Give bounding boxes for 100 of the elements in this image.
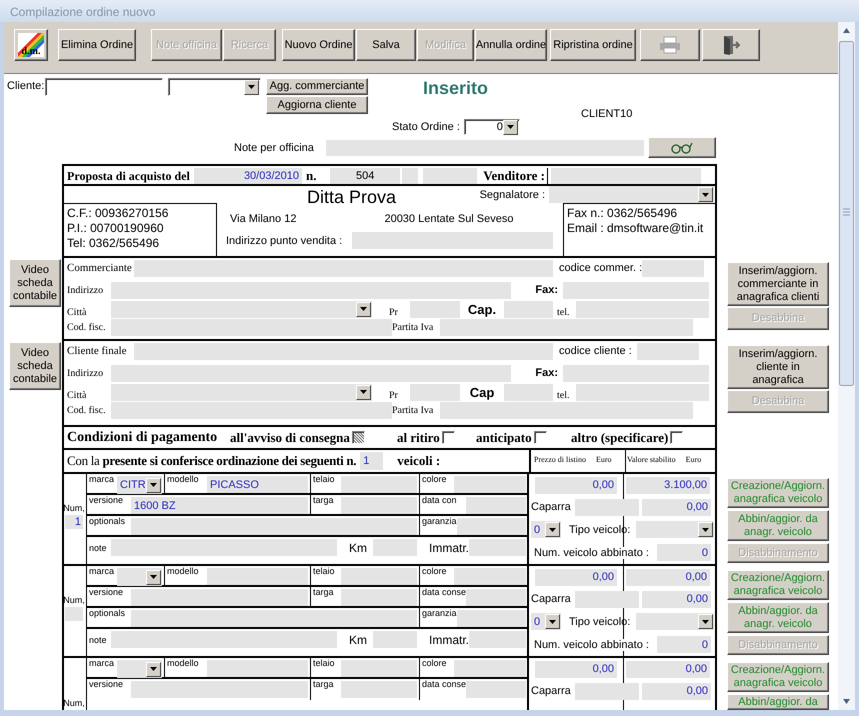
dropdown-field[interactable]: 0 (531, 521, 561, 538)
button[interactable]: Agg. commerciante (266, 78, 368, 95)
input-field[interactable] (341, 660, 417, 677)
input-field[interactable]: 504 (330, 168, 400, 184)
toolbar-button[interactable]: Ripristina ordine (550, 29, 636, 61)
dropdown-field[interactable] (636, 521, 714, 538)
dropdown-field[interactable] (117, 568, 162, 586)
input-field[interactable]: 0,00 (535, 476, 617, 494)
input-field[interactable]: 0,00 (642, 590, 711, 608)
input-field[interactable] (111, 539, 337, 556)
field-label: Fax: (534, 367, 559, 379)
exit-button[interactable] (702, 29, 760, 61)
input-field[interactable] (131, 681, 308, 698)
input-field[interactable] (440, 402, 693, 419)
input-field[interactable] (352, 232, 553, 249)
input-field[interactable] (65, 607, 83, 621)
input-field[interactable]: 30/03/2010 (194, 168, 302, 184)
input-field[interactable] (373, 539, 417, 556)
input-field[interactable] (402, 168, 418, 184)
input-field[interactable] (454, 660, 526, 677)
dropdown-field[interactable] (111, 300, 372, 318)
toolbar-button[interactable]: Elimina Ordine (58, 29, 136, 61)
logo-button[interactable]: d.m. (14, 29, 48, 61)
input-field[interactable]: 1 (65, 515, 83, 529)
dropdown-field[interactable] (111, 384, 372, 400)
input-field[interactable] (373, 631, 417, 648)
input-field[interactable]: 0,00 (642, 498, 711, 516)
input-field[interactable] (551, 168, 701, 184)
button[interactable]: Aggiorna cliente (266, 96, 368, 114)
input-field[interactable] (466, 589, 526, 606)
input-field[interactable] (410, 384, 460, 400)
input-field[interactable] (575, 498, 639, 516)
toolbar-button[interactable]: Annulla ordine (475, 29, 547, 61)
input-field[interactable] (642, 260, 704, 276)
input-field[interactable]: 0 (657, 636, 711, 653)
dropdown-field[interactable]: 0 (531, 613, 561, 630)
input-field[interactable] (410, 300, 460, 318)
input-field[interactable] (131, 610, 417, 627)
input-field[interactable] (326, 140, 644, 156)
input-field[interactable]: 0,00 (642, 682, 711, 700)
checkbox[interactable] (352, 431, 365, 444)
video-button[interactable]: Video scheda contabile (9, 342, 61, 390)
scroll-thumb[interactable] (839, 41, 854, 386)
input-field[interactable] (637, 342, 699, 360)
input-field[interactable] (341, 681, 417, 698)
dropdown-field[interactable]: 0 (464, 119, 520, 135)
dropdown-field[interactable]: CITR (117, 476, 162, 494)
input-field[interactable] (469, 539, 526, 556)
dropdown-field[interactable] (549, 186, 714, 203)
input-field[interactable] (207, 660, 308, 677)
view-notes-button[interactable] (648, 137, 716, 158)
dropdown-field[interactable] (636, 613, 714, 630)
input-field[interactable]: 1600 BZ (131, 497, 308, 514)
input-field[interactable]: PICASSO (207, 476, 308, 493)
toolbar-button[interactable]: Nuovo Ordine (282, 29, 355, 61)
input-field[interactable] (576, 300, 709, 318)
input-field[interactable]: 1 (360, 452, 384, 470)
input-field[interactable] (504, 384, 553, 400)
input-field[interactable] (341, 568, 417, 585)
input-field[interactable] (111, 631, 337, 648)
input-field[interactable] (454, 568, 526, 585)
input-field[interactable]: 3.100,00 (626, 476, 710, 494)
input-field[interactable] (111, 319, 392, 336)
input-field[interactable] (575, 590, 639, 608)
input-field[interactable] (134, 260, 553, 276)
input-field[interactable] (504, 300, 553, 318)
input-field[interactable] (576, 384, 709, 400)
input-field[interactable] (111, 364, 511, 382)
button[interactable]: Inserim/aggiorn. cliente in anagrafica (727, 345, 829, 389)
input-field[interactable] (111, 402, 392, 419)
input-field[interactable] (440, 319, 693, 336)
input-field[interactable] (131, 518, 417, 535)
input-field[interactable] (456, 610, 526, 627)
input-field[interactable]: 0,00 (535, 568, 617, 586)
input-field[interactable] (456, 518, 526, 535)
toolbar-button[interactable]: Salva (356, 29, 416, 61)
video-button[interactable]: Video scheda contabile (9, 259, 61, 307)
input-field[interactable] (341, 497, 417, 514)
field-label: Segnalatore : (480, 188, 545, 200)
input-field[interactable] (575, 682, 639, 700)
input-field[interactable] (423, 168, 477, 184)
input-field[interactable] (111, 282, 511, 298)
input-field[interactable] (134, 342, 553, 360)
input-field[interactable] (341, 476, 417, 493)
input-field[interactable] (131, 589, 308, 606)
input-field[interactable]: 0,00 (626, 568, 710, 586)
input-field[interactable] (466, 681, 526, 698)
input-field[interactable] (563, 282, 709, 298)
button[interactable]: Inserim/aggiorn. commerciante in anagrafica clienti (727, 262, 829, 306)
input-field[interactable] (563, 364, 709, 382)
dropdown-field[interactable] (117, 660, 162, 678)
input-field[interactable] (341, 589, 417, 606)
dropdown-field[interactable] (168, 78, 261, 96)
input-field[interactable]: 0 (657, 544, 711, 561)
input-field[interactable] (454, 476, 526, 493)
input-field[interactable]: 0,00 (626, 660, 710, 678)
input-field[interactable] (466, 497, 526, 514)
input-field[interactable] (207, 568, 308, 585)
input-field[interactable]: 0,00 (535, 660, 617, 678)
input-field[interactable] (469, 631, 526, 648)
